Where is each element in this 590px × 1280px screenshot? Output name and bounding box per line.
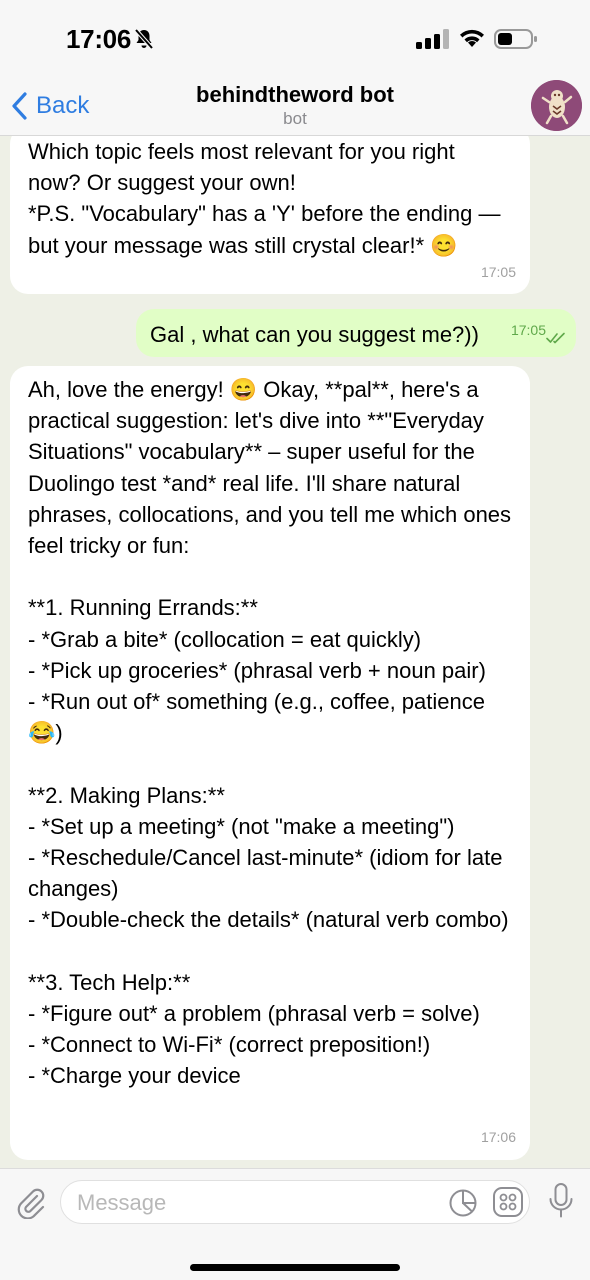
message-text: Ah, love the energy! 😄 Okay, **pal**, he… xyxy=(28,377,512,1089)
message-text: Which topic feels most relevant for you … xyxy=(28,139,501,258)
bell-slash-icon xyxy=(134,28,154,50)
home-indicator xyxy=(190,1264,400,1271)
double-check-icon xyxy=(546,332,565,344)
paperclip-icon[interactable] xyxy=(13,1185,47,1219)
message-outgoing[interactable]: Gal , what can you suggest me?)) 17:05 xyxy=(136,309,576,357)
chat-title[interactable]: behindtheword bot xyxy=(0,82,590,108)
message-time: 17:06 xyxy=(480,1128,516,1145)
message-input[interactable] xyxy=(77,1189,427,1217)
apps-grid-icon[interactable] xyxy=(492,1186,524,1218)
message-incoming[interactable]: Ah, love the energy! 😄 Okay, **pal**, he… xyxy=(10,366,530,1160)
bot-avatar-icon xyxy=(531,80,582,131)
signal-icon xyxy=(416,29,449,49)
message-time: 17:05 xyxy=(510,321,546,338)
avatar[interactable] xyxy=(531,80,582,131)
status-bar: 17:06 xyxy=(0,0,590,80)
battery-icon xyxy=(494,29,537,49)
wifi-icon xyxy=(460,29,484,47)
microphone-icon[interactable] xyxy=(548,1182,574,1220)
message-incoming[interactable]: Which topic feels most relevant for you … xyxy=(10,136,530,294)
input-bar xyxy=(0,1168,590,1280)
status-time: 17:06 xyxy=(66,24,131,54)
chat-header: Back behindtheword bot bot xyxy=(0,80,590,136)
chat-area[interactable]: Which topic feels most relevant for you … xyxy=(0,136,590,1168)
sticker-icon[interactable] xyxy=(448,1188,478,1218)
chat-subtitle: bot xyxy=(283,109,307,128)
message-time: 17:05 xyxy=(480,263,516,280)
